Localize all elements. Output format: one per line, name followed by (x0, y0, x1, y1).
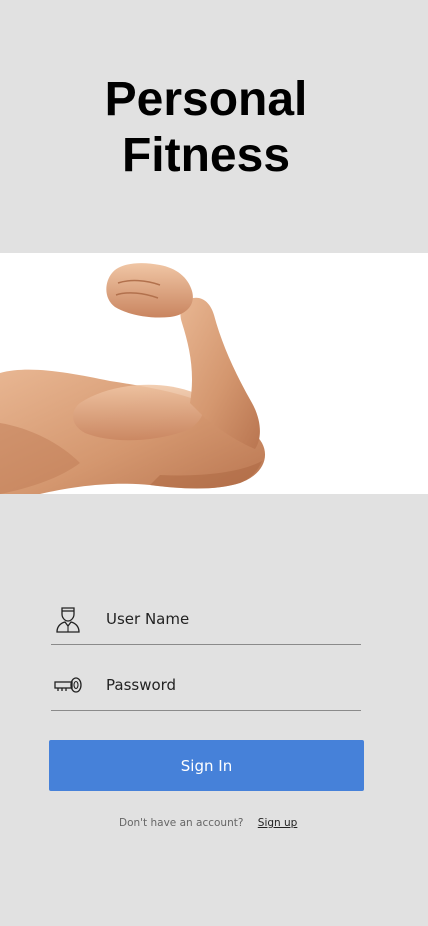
password-field[interactable] (51, 666, 361, 711)
signup-prompt: Don't have an account? Sign up (119, 817, 297, 829)
app-title: Personal Fitness (0, 72, 412, 184)
app-title-line-2: Fitness (121, 129, 291, 182)
sign-in-button[interactable]: Sign In (49, 740, 364, 791)
username-field[interactable] (51, 600, 361, 645)
no-account-text: Don't have an account? (119, 817, 244, 829)
biceps-illustration (0, 263, 266, 494)
flexed-arm-biceps-image (0, 253, 428, 494)
app-title-line-1: Personal (104, 73, 308, 126)
username-input[interactable] (106, 606, 356, 632)
key-icon (54, 677, 82, 693)
password-input[interactable] (106, 672, 356, 698)
sign-up-link[interactable]: Sign up (258, 817, 298, 829)
user-icon (56, 607, 80, 633)
